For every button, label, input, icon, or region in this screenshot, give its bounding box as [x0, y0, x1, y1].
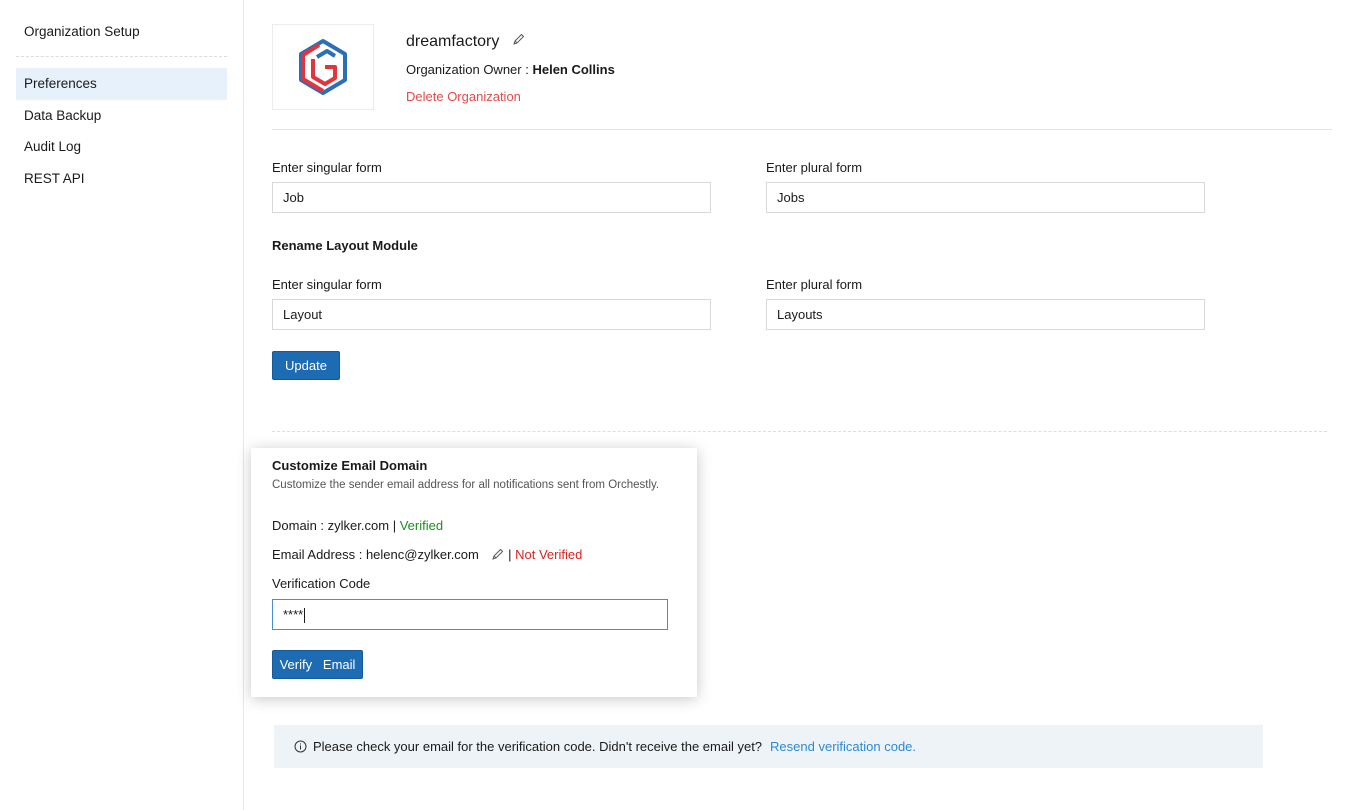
job-plural-input[interactable]: Jobs — [766, 182, 1205, 213]
email-domain-description: Customize the sender email address for a… — [272, 479, 660, 491]
owner-name: Helen Collins — [532, 62, 615, 77]
email-row: Email Address : helenc@zylker.com | Not … — [272, 547, 582, 564]
verification-code-value: **** — [283, 607, 304, 622]
org-logo-icon — [299, 39, 347, 95]
edit-pencil-icon[interactable] — [512, 33, 525, 51]
sidebar-item-audit-log[interactable]: Audit Log — [16, 131, 227, 163]
sidebar-divider — [16, 56, 227, 57]
org-owner: Organization Owner : Helen Collins — [406, 62, 615, 77]
banner-message: Please check your email for the verifica… — [313, 739, 763, 754]
verification-code-input[interactable]: **** — [272, 599, 668, 630]
domain-row: Domain : zylker.com | Verified — [272, 518, 443, 533]
customize-email-domain-card: Customize Email Domain Customize the sen… — [251, 448, 697, 697]
edit-email-pencil-icon[interactable] — [491, 548, 504, 564]
text-caret — [304, 608, 306, 624]
separator: | — [392, 518, 397, 533]
layout-plural-label: Enter plural form — [766, 277, 863, 292]
domain-label: Domain : — [272, 518, 325, 533]
update-button[interactable]: Update — [272, 351, 340, 380]
sidebar-item-preferences[interactable]: Preferences — [16, 68, 227, 100]
divider — [272, 129, 1332, 130]
email-status-badge: Not Verified — [515, 547, 583, 562]
domain-value: zylker.com — [327, 518, 390, 533]
main-content: dreamfactory Organization Owner : Helen … — [244, 0, 1361, 810]
divider-dashed — [272, 431, 1327, 432]
domain-status-badge: Verified — [399, 518, 444, 533]
email-domain-title: Customize Email Domain — [272, 458, 428, 473]
org-name-text: dreamfactory — [406, 33, 500, 51]
sidebar: Organization Setup Preferences Data Back… — [0, 0, 244, 810]
layout-module-title: Rename Layout Module — [272, 238, 418, 253]
job-plural-label: Enter plural form — [766, 160, 863, 175]
resend-code-link[interactable]: Resend verification code. — [770, 739, 916, 754]
layout-singular-input[interactable]: Layout — [272, 299, 711, 330]
layout-plural-input[interactable]: Layouts — [766, 299, 1205, 330]
separator: | — [508, 547, 512, 562]
job-singular-input[interactable]: Job — [272, 182, 711, 213]
job-singular-label: Enter singular form — [272, 160, 382, 175]
delete-organization-link[interactable]: Delete Organization — [406, 89, 521, 104]
verify-email-button[interactable]: Verify Email — [272, 650, 363, 679]
info-banner: Please check your email for the verifica… — [274, 725, 1263, 768]
sidebar-header: Organization Setup — [24, 24, 140, 39]
info-icon — [294, 740, 307, 753]
sidebar-item-rest-api[interactable]: REST API — [16, 163, 227, 195]
owner-label: Organization Owner : — [406, 62, 529, 77]
verification-code-label: Verification Code — [272, 576, 371, 591]
email-value: helenc@zylker.com — [365, 547, 479, 562]
org-name: dreamfactory — [406, 33, 525, 51]
layout-singular-label: Enter singular form — [272, 277, 382, 292]
org-logo[interactable] — [272, 24, 374, 110]
sidebar-item-data-backup[interactable]: Data Backup — [16, 100, 227, 132]
email-label: Email Address : — [272, 547, 363, 562]
